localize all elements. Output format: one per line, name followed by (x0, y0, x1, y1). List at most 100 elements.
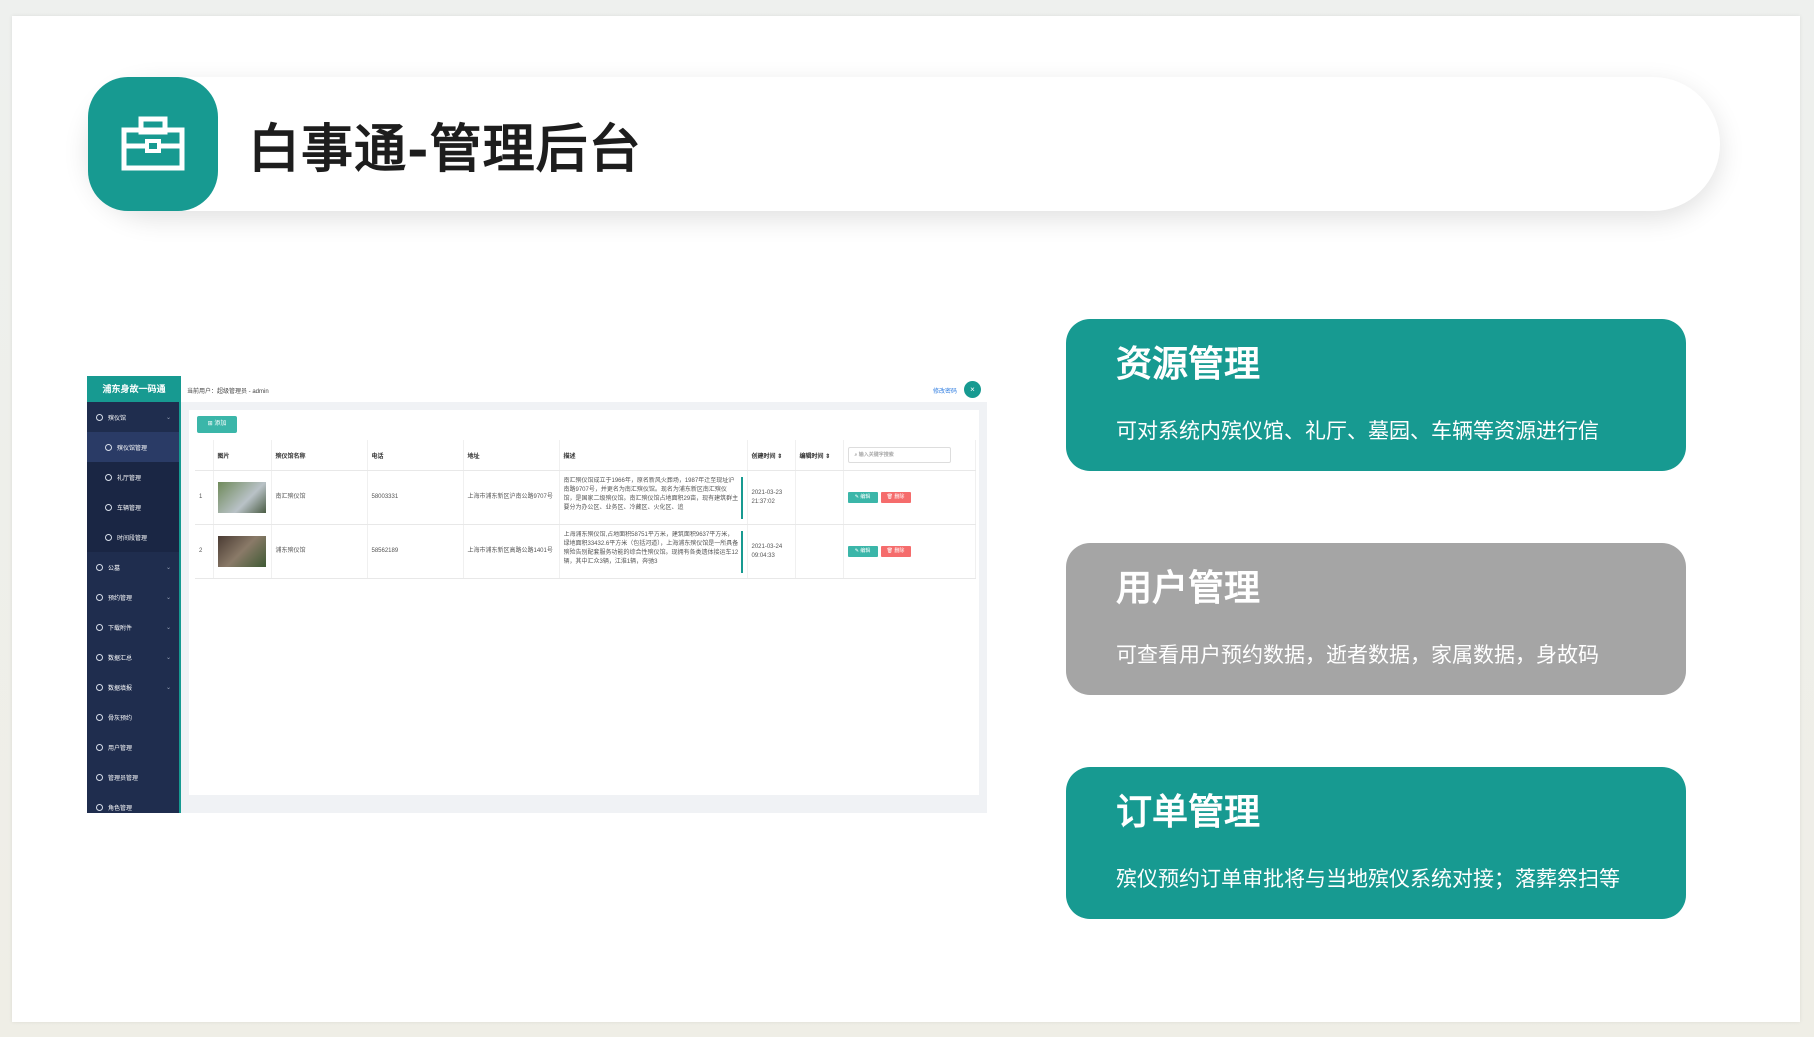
sidebar-item-label: 殡仪馆管理 (117, 445, 148, 452)
chevron-down-icon: ⌄ (165, 414, 171, 421)
card-text: 殡仪预约订单审批将与当地殡仪系统对接；落葬祭扫等 (1116, 867, 1620, 891)
sidebar-item-download[interactable]: 下载附件 ⌄ (87, 612, 181, 642)
edit-button[interactable]: ✎ 编辑 (847, 546, 878, 557)
column-header: 殡仪馆名称 (271, 440, 368, 471)
sidebar-item-roles[interactable]: 角色管理 (87, 792, 181, 813)
edit-button[interactable]: ✎ 编辑 (847, 492, 878, 503)
column-header-label: 创建时间 (751, 453, 776, 460)
bus-icon (96, 713, 103, 721)
row-actions: ✎ 编辑 🗑 删除 (843, 524, 976, 579)
sort-icon: ⇕ (825, 453, 831, 460)
row-description: 上海浦东殡仪馆,占地面积58751平方米，建筑面积9637平方米，绿地面积334… (564, 530, 743, 573)
delete-label: 删除 (894, 494, 905, 500)
column-header-label: 编辑时间 (799, 453, 824, 460)
sidebar-item-funeral-home-manage[interactable]: 殡仪馆管理 (87, 432, 181, 462)
circle-icon (105, 443, 112, 451)
funeral-home-photo (217, 482, 266, 513)
edit-label: 编辑 (860, 548, 871, 554)
row-index: 2 (195, 524, 214, 579)
page-title: 白事通-管理后台 (248, 119, 642, 180)
user-icon (96, 563, 103, 571)
row-address: 上海市浦东新区高路公路1401号 (463, 524, 560, 579)
sidebar: 浦东身故一码通 殡仪馆 ⌄ 殡仪馆管理 礼厅管理 车辆管理 时间段管理 公墓 ⌄ 预… (87, 376, 181, 813)
sidebar-item-hall-manage[interactable]: 礼厅管理 (87, 462, 181, 492)
card-user-management: 用户管理 可查看用户预约数据，逝者数据，家属数据，身故码 (1066, 543, 1686, 695)
sidebar-item-users[interactable]: 用户管理 (87, 732, 181, 762)
search-input[interactable]: ⌕ 输入关键字搜索 (847, 447, 951, 463)
sidebar-item-report[interactable]: 数据填报 ⌄ (87, 672, 181, 702)
add-button[interactable]: ⊞ 添加 (197, 416, 237, 433)
sidebar-item-summary[interactable]: 数据汇总 ⌄ (87, 642, 181, 672)
row-image-cell (213, 470, 272, 525)
delete-button[interactable]: 🗑 删除 (880, 492, 911, 503)
chevron-down-icon: ⌄ (165, 594, 171, 601)
sidebar-item-timeslot-manage[interactable]: 时间段管理 (87, 522, 181, 552)
column-header (195, 440, 214, 471)
row-created: 2021-03-23 21:37:02 (747, 470, 796, 525)
sidebar-item-funeral-home[interactable]: 殡仪馆 ⌄ (87, 402, 181, 432)
chat-icon (96, 683, 103, 691)
circle-icon (96, 413, 103, 421)
sidebar-item-label: 骨灰预约 (108, 715, 133, 722)
column-header-sortable[interactable]: 创建时间 ⇕ (747, 440, 796, 471)
circle-icon (105, 473, 112, 481)
column-header: 地址 (463, 440, 560, 471)
chat-icon (96, 653, 103, 661)
content-panel: ⊞ 添加 图片 殡仪馆名称 电话 地址 描述 创建时间 ⇕ 编辑时间 ⇕ ⌕ 输… (189, 410, 979, 795)
row-edited (795, 470, 844, 525)
chat-icon (96, 623, 103, 631)
chevron-down-icon: ⌄ (165, 624, 171, 631)
edit-label: 编辑 (860, 494, 871, 500)
row-description-cell: 上海浦东殡仪馆,占地面积58751平方米，建筑面积9637平方米，绿地面积334… (559, 524, 748, 579)
row-created: 2021-03-24 09:04:33 (747, 524, 796, 579)
delete-label: 删除 (894, 548, 905, 554)
sidebar-item-admins[interactable]: 管理员管理 (87, 762, 181, 792)
row-address: 上海市浦东新区沪南公路9707号 (463, 470, 560, 525)
briefcase-icon (121, 116, 185, 171)
title-icon-box (88, 77, 218, 211)
table-row: 2 浦东殡仪馆 58562189 上海市浦东新区高路公路1401号 上海浦东殡仪… (195, 524, 976, 579)
search-icon: ⌕ (854, 452, 858, 458)
row-description-cell: 南汇殡仪馆成立于1966年，原名新风火葬场，1987年迁至现址沪南路9707号，… (559, 470, 748, 525)
admin-screenshot: 浦东身故一码通 殡仪馆 ⌄ 殡仪馆管理 礼厅管理 车辆管理 时间段管理 公墓 ⌄ 预… (87, 376, 987, 813)
sort-icon: ⇕ (777, 453, 783, 460)
sidebar-item-label: 数据填报 (108, 685, 133, 692)
user-icon (96, 773, 103, 781)
current-user: 当前用户：超级管理员 - admin (187, 389, 269, 395)
row-actions: ✎ 编辑 🗑 删除 (843, 470, 976, 525)
funeral-home-table: 图片 殡仪馆名称 电话 地址 描述 创建时间 ⇕ 编辑时间 ⇕ ⌕ 输入关键字搜… (195, 440, 976, 579)
sidebar-item-ash-booking[interactable]: 骨灰预约 (87, 702, 181, 732)
avatar[interactable]: × (964, 381, 981, 398)
search-cell: ⌕ 输入关键字搜索 (843, 440, 976, 471)
sidebar-item-booking[interactable]: 预约管理 ⌄ (87, 582, 181, 612)
title-bar: 白事通-管理后台 (88, 77, 1720, 211)
delete-button[interactable]: 🗑 删除 (880, 546, 911, 557)
monitor-icon (105, 503, 112, 511)
card-title: 用户管理 (1116, 567, 1261, 609)
row-phone: 58562189 (367, 524, 464, 579)
chat-icon (96, 593, 103, 601)
sidebar-item-label: 角色管理 (108, 805, 133, 812)
change-password-link[interactable]: 修改密码 (933, 386, 957, 395)
add-button-label: 添加 (214, 421, 227, 427)
sidebar-item-cemetery[interactable]: 公墓 ⌄ (87, 552, 181, 582)
chevron-down-icon: ⌄ (165, 654, 171, 661)
table-row: 1 南汇殡仪馆 58003331 上海市浦东新区沪南公路9707号 南汇殡仪馆成… (195, 470, 976, 525)
row-image-cell (213, 524, 272, 579)
sidebar-item-label: 时间段管理 (117, 535, 148, 542)
card-title: 订单管理 (1116, 791, 1261, 833)
column-header: 图片 (213, 440, 272, 471)
row-index: 1 (195, 470, 214, 525)
column-header: 描述 (559, 440, 748, 471)
row-name: 南汇殡仪馆 (271, 470, 368, 525)
user-icon (96, 803, 103, 811)
sidebar-item-label: 用户管理 (108, 745, 133, 752)
card-title: 资源管理 (1116, 343, 1261, 385)
column-header-sortable[interactable]: 编辑时间 ⇕ (795, 440, 844, 471)
sidebar-item-label: 数据汇总 (108, 655, 133, 662)
chevron-down-icon: ⌄ (165, 684, 171, 691)
sidebar-logo: 浦东身故一码通 (87, 376, 181, 402)
row-description: 南汇殡仪馆成立于1966年，原名新风火葬场，1987年迁至现址沪南路9707号，… (564, 476, 743, 519)
sidebar-item-vehicle-manage[interactable]: 车辆管理 (87, 492, 181, 522)
clock-icon (105, 533, 112, 541)
